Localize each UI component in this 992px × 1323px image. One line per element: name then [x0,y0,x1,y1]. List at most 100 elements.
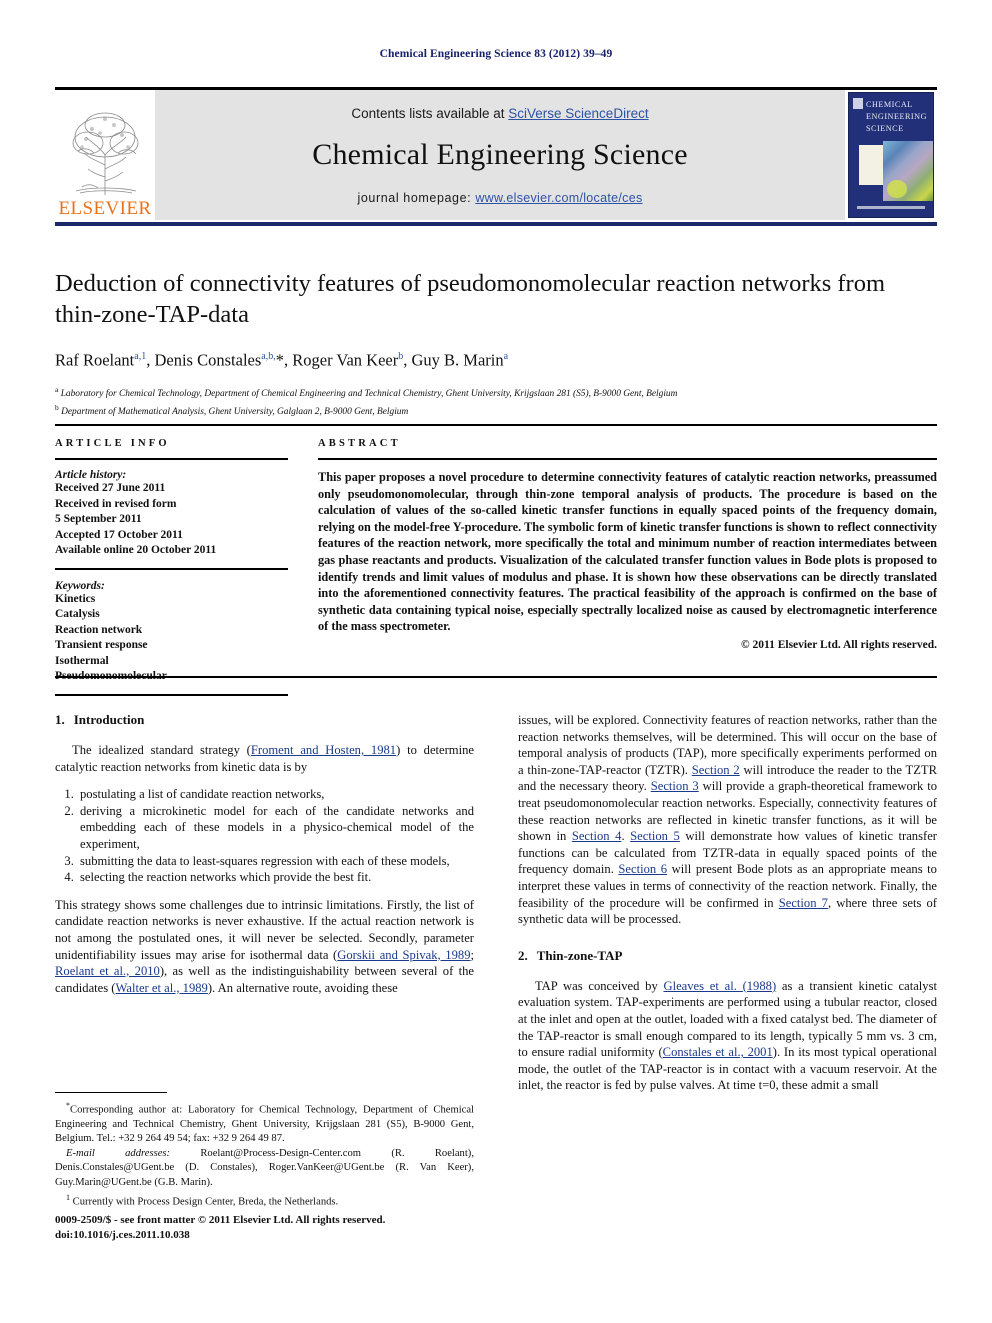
issn-line-1: 0009-2509/$ - see front matter © 2011 El… [55,1214,386,1226]
running-head: Chemical Engineering Science 83 (2012) 3… [379,48,613,60]
footnote-emails: E-mail addresses: Roelant@Process-Design… [55,1147,474,1190]
contents-prefix: Contents lists available at [351,106,509,121]
section-title: Thin-zone-TAP [536,947,623,963]
section-link[interactable]: Section 7 [779,896,828,910]
keyword-item: Transient response [55,639,148,651]
band-bottom-rule [55,676,937,678]
keyword-item: Reaction network [55,623,143,636]
section-number: 2. [518,947,528,963]
footnote-note-1-text: Currently with Process Design Center, Br… [72,1196,339,1208]
article-info-rule [55,458,288,460]
section-link[interactable]: Section 4 [572,829,622,843]
affiliation-a-text: Laboratory for Chemical Technology, Depa… [60,388,678,399]
footnote-area: *Corresponding author at: Laboratory for… [55,1092,474,1210]
affiliation-b: b Department of Mathematical Analysis, G… [55,403,409,418]
keyword-item: Catalysis [55,608,100,620]
contents-available-line: Contents lists available at SciVerse Sci… [351,106,648,121]
intro-p2-d: ). An alternative route, avoiding these [207,980,398,995]
article-history-line: Received in revised form [55,497,177,510]
list-item: deriving a microkinetic model for each o… [77,803,474,853]
article-history-line: Received 27 June 2011 [55,482,166,494]
list-item: submitting the data to least-squares reg… [77,853,474,870]
journal-cover-thumbnail: CHEMICAL ENGINEERING SCIENCE [845,90,937,220]
cover-elsevier-mark-icon [853,98,863,109]
keywords-bottom-rule [55,693,288,696]
issn-block: 0009-2509/$ - see front matter © 2011 El… [55,1213,474,1242]
cover-title-text: CHEMICAL ENGINEERING SCIENCE [866,100,927,133]
affiliation-a: a Laboratory for Chemical Technology, De… [55,384,678,399]
citation-link[interactable]: Froment and Hosten, 1981 [251,743,396,757]
abstract-kicker: ABSTRACT [318,438,401,449]
abstract-text: This paper proposes a novel procedure to… [318,470,937,634]
list-item: selecting the reaction networks which pr… [77,869,474,886]
citation-link[interactable]: Roelant et al., 2010 [55,964,160,978]
info-abstract-band: ARTICLE INFO Article history: Received 2… [55,438,937,696]
article-history-bottom-rule [55,567,288,570]
right-paragraph-1: issues, will be explored. Connectivity f… [518,712,937,928]
citation-link[interactable]: Walter et al., 1989 [116,981,208,995]
citation-link[interactable]: Gleaves et al. (1988) [663,979,776,993]
abstract-rule [318,458,937,460]
sciencedirect-link[interactable]: SciVerse ScienceDirect [508,106,648,121]
elsevier-tree-icon [62,103,148,199]
masthead-center: Contents lists available at SciVerse Sci… [155,90,845,220]
section-number: 1. [55,712,65,727]
article-history-line: Accepted 17 October 2011 [55,528,183,541]
affiliations: a Laboratory for Chemical Technology, De… [55,383,937,420]
section-title: Introduction [73,712,145,727]
affiliation-b-text: Department of Mathematical Analysis, Ghe… [61,407,409,418]
footnote-corresponding-text: Corresponding author at: Laboratory for … [55,1104,474,1144]
elsevier-wordmark: ELSEVIER [58,198,152,219]
article-history-line: 5 September 2011 [55,513,142,525]
journal-homepage-line: journal homepage: www.elsevier.com/locat… [357,191,642,205]
footnote-divider [55,1092,167,1093]
intro-paragraph-1: The idealized standard strategy (Froment… [55,742,474,775]
list-item: postulating a list of candidate reaction… [77,786,474,803]
keyword-item: Isothermal [55,654,109,667]
section-heading-thin-zone-tap: 2. Thin-zone-TAP [518,948,937,964]
sec2-paragraph-1: TAP was conceived by Gleaves et al. (198… [518,978,937,1094]
section-link[interactable]: Section 2 [692,763,740,777]
footnote-corresponding-author: *Corresponding author at: Laboratory for… [55,1099,474,1146]
keywords-label: Keywords: [55,579,105,592]
copyright-line: © 2011 Elsevier Ltd. All rights reserved… [741,638,937,651]
doi-line: doi:10.1016/j.ces.2011.10.038 [55,1228,190,1241]
section-link[interactable]: Section 6 [618,862,667,876]
cover-image: CHEMICAL ENGINEERING SCIENCE [848,92,934,218]
citation-link[interactable]: Gorskii and Spivak, 1989 [337,948,470,962]
article-history-line: Available online 20 October 2011 [55,544,217,556]
intro-numbered-list: postulating a list of candidate reaction… [55,786,474,886]
band-top-rule [55,424,937,426]
article-info-column: ARTICLE INFO Article history: Received 2… [55,438,308,696]
s2p1-a: TAP was conceived by [535,978,664,993]
section-heading-introduction: 1. Introduction [55,712,474,728]
footnote-note-1: 1 Currently with Process Design Center, … [55,1191,474,1210]
keyword-item: Kinetics [55,592,96,605]
page-title: Deduction of connectivity features of ps… [55,270,886,328]
paper-page: Chemical Engineering Science 83 (2012) 3… [0,0,992,1323]
article-history-label: Article history: [55,469,127,481]
journal-homepage-link[interactable]: www.elsevier.com/locate/ces [475,191,642,205]
right-column: issues, will be explored. Connectivity f… [518,712,937,1272]
cover-photo [883,141,933,201]
intro-p1-a: The idealized standard strategy ( [72,743,251,757]
author-list: Raf Roelanta,1, Denis Constalesa,b,*, Ro… [55,350,509,370]
rp1-d: . [621,829,631,844]
elsevier-logo: ELSEVIER [55,90,155,220]
section-link[interactable]: Section 5 [630,829,680,843]
article-info-kicker: ARTICLE INFO [55,438,170,449]
citation-link[interactable]: Constales et al., 2001 [663,1045,773,1059]
footnote-marker: 1 [66,1192,70,1202]
journal-title: Chemical Engineering Science [312,138,688,171]
cover-bottom-bar [857,206,925,209]
masthead-bottom-rule [55,222,937,226]
keywords-block: Keywords: Kinetics Catalysis Reaction ne… [55,580,288,685]
homepage-prefix: journal homepage: [357,191,476,205]
intro-paragraph-2: This strategy shows some challenges due … [55,897,474,997]
section-link[interactable]: Section 3 [651,779,699,793]
intro-p2-b: ; [470,947,475,962]
email-label: E-mail addresses: [66,1148,171,1160]
title-block: Deduction of connectivity features of ps… [55,268,937,420]
abstract-column: ABSTRACT This paper proposes a novel pro… [308,438,937,696]
journal-masthead: ELSEVIER Contents lists available at Sci… [55,90,937,220]
